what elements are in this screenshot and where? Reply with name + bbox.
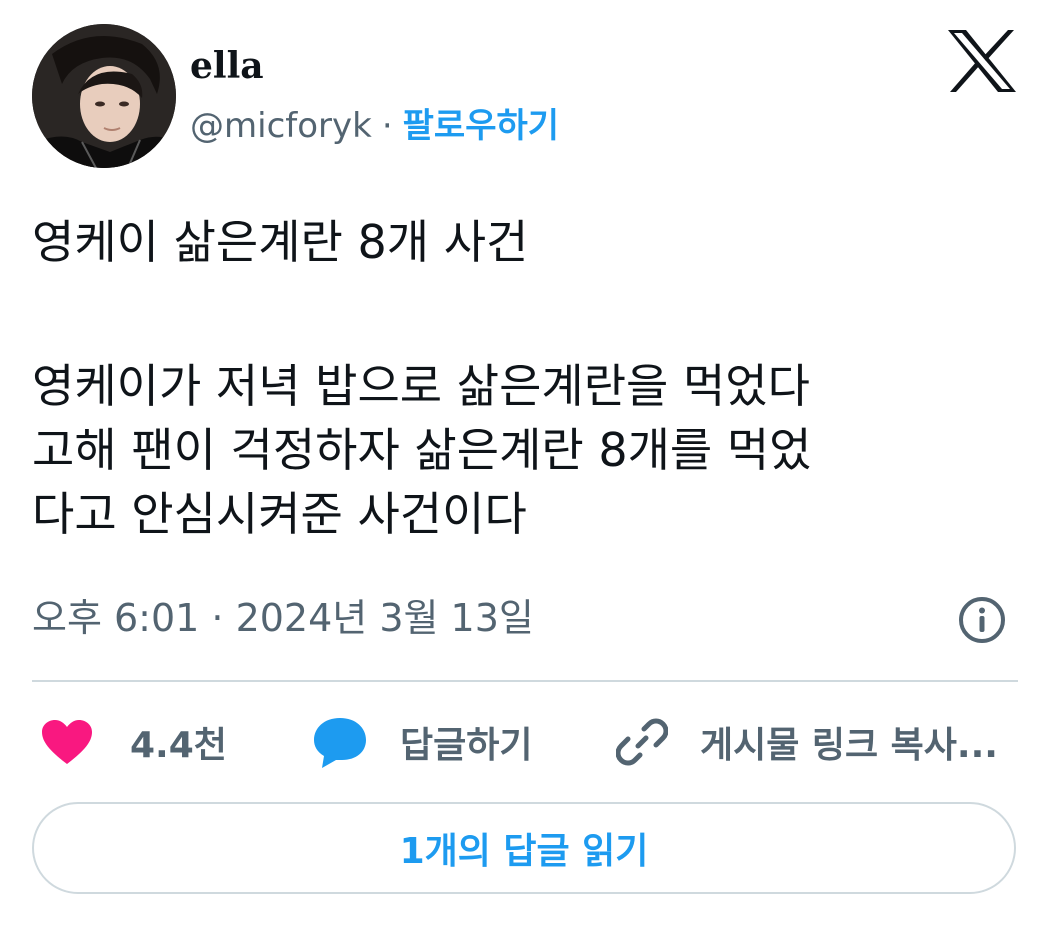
tweet-body-line: 고해 팬이 걱정하자 삶은계란 8개를 먹었 <box>32 423 812 477</box>
action-bar: 4.4천 답글하기 게시물 링크 복사... <box>0 710 1038 774</box>
tweet-embed-card: ella @micforyk · 팔로우하기 영케이 삶은계란 8개 사건 영케이가… <box>0 0 1038 927</box>
handle-row: @micforyk · 팔로우하기 <box>190 104 559 148</box>
x-logo-icon[interactable] <box>948 30 1016 92</box>
tweet-text: 영케이 삶은계란 8개 사건 영케이가 저녁 밥으로 삶은계란을 먹었다 고해 … <box>32 210 1012 546</box>
read-replies-button[interactable]: 1개의 답글 읽기 <box>32 802 1016 894</box>
like-button[interactable]: 4.4천 <box>40 710 227 774</box>
speech-bubble-icon <box>314 718 366 768</box>
heart-icon <box>42 720 92 764</box>
tweet-body-line: 영케이가 저녁 밥으로 삶은계란을 먹었다 <box>32 359 810 413</box>
avatar[interactable] <box>32 24 176 168</box>
reply-label: 답글하기 <box>400 725 533 766</box>
like-count: 4.4천 <box>130 725 227 766</box>
copy-link-label: 게시물 링크 복사... <box>700 725 998 766</box>
separator-dot: · <box>381 106 393 146</box>
divider <box>32 680 1018 682</box>
info-icon[interactable] <box>958 596 1006 644</box>
copy-link-button[interactable]: 게시물 링크 복사... <box>616 710 998 774</box>
read-replies-label: 1개의 답글 읽기 <box>399 831 649 872</box>
avatar-portrait-icon <box>32 24 176 168</box>
display-name[interactable]: ella <box>190 44 264 88</box>
tweet-body-line: 다고 안심시켜준 사건이다 <box>32 487 527 541</box>
tweet-timestamp[interactable]: 오후 6:01 · 2024년 3월 13일 <box>32 594 534 642</box>
user-handle[interactable]: @micforyk <box>190 106 372 146</box>
link-icon <box>616 718 668 766</box>
reply-button[interactable]: 답글하기 <box>312 710 532 774</box>
follow-button[interactable]: 팔로우하기 <box>403 106 559 146</box>
tweet-title-line: 영케이 삶은계란 8개 사건 <box>32 215 529 269</box>
